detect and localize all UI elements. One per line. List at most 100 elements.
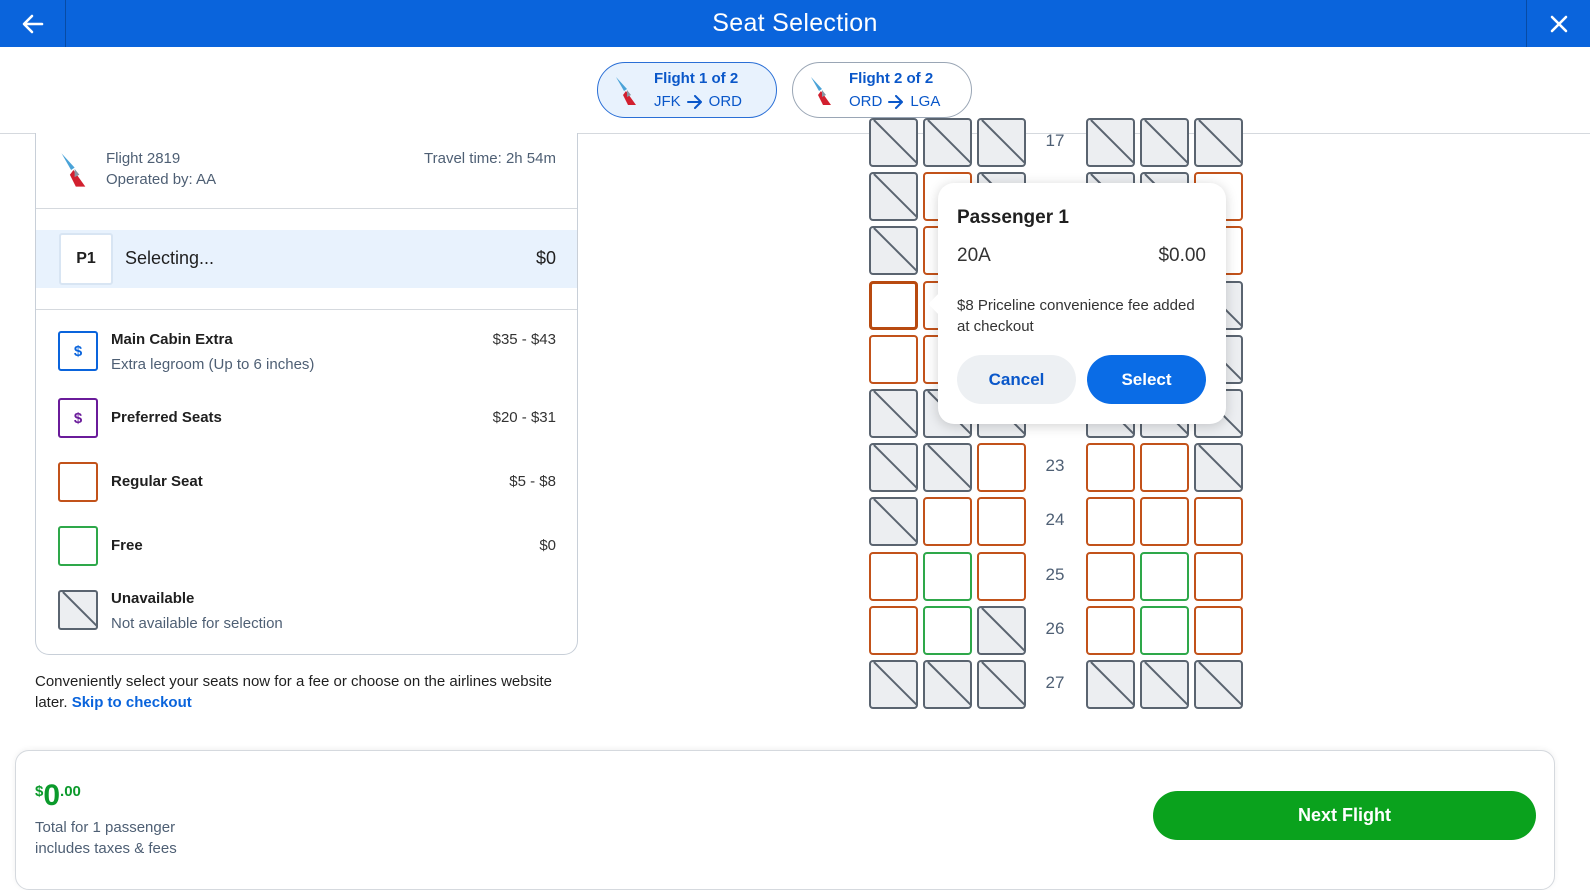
seat-regular[interactable] <box>977 497 1026 546</box>
tab-flight-2-route: ORD LGA <box>849 93 940 110</box>
route-destination: LGA <box>910 93 941 110</box>
seat-regular[interactable] <box>1086 497 1135 546</box>
legend-range: $0 <box>539 537 556 554</box>
route-origin: ORD <box>849 93 883 110</box>
popup-title: Passenger 1 <box>957 207 1069 228</box>
seat-unavailable <box>869 389 918 438</box>
seat-unavailable <box>869 497 918 546</box>
seat-regular[interactable] <box>1194 497 1243 546</box>
seat-regular[interactable] <box>869 606 918 655</box>
legend-name: Regular Seat <box>111 473 203 490</box>
seat-unavailable <box>869 443 918 492</box>
page-title: Seat Selection <box>712 9 878 37</box>
seat-fee-note: Conveniently select your seats now for a… <box>35 671 575 713</box>
seat-unavailable <box>923 118 972 167</box>
seat-regular[interactable] <box>977 443 1026 492</box>
seat-regular[interactable] <box>869 335 918 384</box>
legend-desc: Extra legroom (Up to 6 inches) <box>111 356 315 373</box>
passenger-row[interactable]: P1 Selecting... $0 <box>36 230 577 288</box>
airline-logo-icon <box>61 153 86 187</box>
tab-flight-1-route: JFK ORD <box>654 93 742 110</box>
cancel-button[interactable]: Cancel <box>957 355 1076 404</box>
seat-unavailable <box>977 606 1026 655</box>
close-icon <box>1550 15 1567 32</box>
legend-desc: Not available for selection <box>111 615 283 632</box>
seat-regular[interactable] <box>1194 552 1243 601</box>
legend-swatch <box>58 462 98 502</box>
legend-name: Preferred Seats <box>111 409 222 426</box>
total-price: $ 0 .00 <box>35 781 81 811</box>
travel-time: Travel time: 2h 54m <box>424 150 556 167</box>
seat-regular[interactable] <box>1086 443 1135 492</box>
row-number: 17 <box>1045 131 1065 150</box>
arrow-right-icon <box>888 94 904 109</box>
seat-free[interactable] <box>1140 552 1189 601</box>
total-sublabel: includes taxes & fees <box>35 840 177 857</box>
legend-name: Unavailable <box>111 590 195 607</box>
seat-free[interactable] <box>923 606 972 655</box>
popup-price: $0.00 <box>1158 245 1206 266</box>
airline-logo-icon <box>616 77 636 105</box>
tab-flight-1[interactable]: Flight 1 of 2 JFK ORD <box>597 62 777 118</box>
route-destination: ORD <box>708 93 743 110</box>
seat-regular[interactable] <box>1140 443 1189 492</box>
flight-tabs-bar: Flight 1 of 2 JFK ORD Flight 2 of 2 ORD … <box>0 47 1590 134</box>
row-number: 24 <box>1045 510 1065 529</box>
legend-swatch-unavailable <box>58 590 98 630</box>
legend-item-preferred: $ Preferred Seats $20 - $31 <box>58 398 556 438</box>
seat-unavailable <box>977 660 1026 709</box>
row-number: 26 <box>1045 619 1065 638</box>
flight-info: Flight 2819 Operated by: AA Travel time:… <box>36 133 577 209</box>
route-origin: JFK <box>654 93 681 110</box>
seat-unavailable <box>1086 118 1135 167</box>
seat-unavailable <box>1194 118 1243 167</box>
seat-unavailable <box>1194 660 1243 709</box>
legend-name: Main Cabin Extra <box>111 331 233 348</box>
seat-unavailable <box>977 118 1026 167</box>
seat-regular[interactable] <box>923 497 972 546</box>
seat-regular[interactable] <box>1086 552 1135 601</box>
legend-item-regular: Regular Seat $5 - $8 <box>58 462 556 502</box>
popup-fee-note: $8 Priceline convenience fee added at ch… <box>957 297 1195 335</box>
seat-free[interactable] <box>923 552 972 601</box>
seat-regular[interactable] <box>1194 606 1243 655</box>
seat-unavailable <box>869 118 918 167</box>
total-cents: .00 <box>60 783 81 800</box>
row-number: 25 <box>1045 565 1065 584</box>
seat-selected[interactable] <box>869 281 918 330</box>
legend-name: Free <box>111 537 143 554</box>
tab-flight-1-title: Flight 1 of 2 <box>654 70 739 87</box>
seat-unavailable <box>1140 118 1189 167</box>
seat-free[interactable] <box>1140 606 1189 655</box>
seat-unavailable <box>1086 660 1135 709</box>
legend-swatch <box>58 526 98 566</box>
divider <box>36 309 577 310</box>
seat-popup: Passenger 1 20A $0.00 $8 Priceline conve… <box>928 183 1226 424</box>
legend-range: $20 - $31 <box>492 409 556 426</box>
row-number: 23 <box>1045 456 1065 475</box>
skip-to-checkout-link[interactable]: Skip to checkout <box>72 694 192 711</box>
next-flight-button[interactable]: Next Flight <box>1153 791 1536 840</box>
seat-regular[interactable] <box>977 552 1026 601</box>
legend-item-main-cabin-extra: $ Main Cabin Extra Extra legroom (Up to … <box>58 331 556 379</box>
legend-swatch: $ <box>58 331 98 371</box>
total-currency: $ <box>35 783 44 800</box>
legend-item-free: Free $0 <box>58 526 556 566</box>
seat-regular[interactable] <box>1140 497 1189 546</box>
legend-item-unavailable: Unavailable Not available for selection <box>58 590 556 638</box>
close-button[interactable] <box>1526 0 1590 47</box>
seat-unavailable <box>1140 660 1189 709</box>
seat-regular[interactable] <box>1086 606 1135 655</box>
airline-logo-icon <box>811 77 831 105</box>
select-button[interactable]: Select <box>1087 355 1206 404</box>
top-bar: Seat Selection <box>0 0 1590 47</box>
seat-unavailable <box>923 660 972 709</box>
operated-by: Operated by: AA <box>106 171 217 188</box>
row-number: 27 <box>1045 673 1065 692</box>
total-dollars: 0 <box>43 779 61 812</box>
seat-unavailable <box>869 660 918 709</box>
seat-regular[interactable] <box>869 552 918 601</box>
legend-range: $35 - $43 <box>492 331 556 348</box>
passenger-price: $0 <box>535 248 556 268</box>
tab-flight-2[interactable]: Flight 2 of 2 ORD LGA <box>792 62 972 118</box>
